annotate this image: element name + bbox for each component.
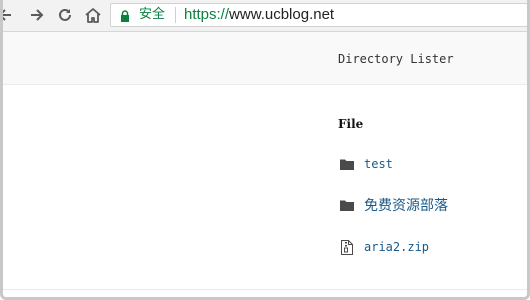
security-label[interactable]: 安全 [139, 7, 165, 23]
page-header: Directory Lister [3, 32, 527, 85]
item-name[interactable]: aria2.zip [364, 240, 429, 254]
browser-toolbar: 安全 https://www.ucblog.net [3, 0, 527, 32]
lock-icon[interactable] [120, 9, 130, 27]
list-item[interactable]: test [340, 155, 393, 173]
forward-button[interactable] [27, 5, 47, 25]
home-button[interactable] [83, 5, 103, 25]
address-separator [175, 7, 176, 23]
url-host: www.ucblog.net [229, 6, 335, 23]
back-button[interactable] [3, 5, 15, 25]
page-title[interactable]: Directory Lister [338, 52, 454, 66]
folder-icon [340, 157, 354, 171]
directory-listing: File test 免费资源部落 aria2.zip [3, 85, 527, 290]
url-text[interactable]: https://www.ucblog.net [184, 6, 334, 24]
item-name[interactable]: 免费资源部落 [364, 195, 448, 215]
browser-window: 安全 https://www.ucblog.net Directory List… [0, 0, 530, 300]
reload-icon [57, 7, 73, 23]
list-item[interactable]: 免费资源部落 [340, 196, 448, 214]
reload-button[interactable] [55, 5, 75, 25]
folder-icon [340, 198, 354, 212]
list-item[interactable]: aria2.zip [340, 238, 429, 256]
url-scheme: https:// [184, 6, 230, 23]
column-header-file: File [338, 117, 364, 131]
item-name[interactable]: test [364, 157, 393, 171]
home-icon [84, 6, 102, 24]
back-icon [3, 7, 13, 23]
address-bar[interactable]: 安全 https://www.ucblog.net [110, 3, 527, 27]
forward-icon [29, 7, 45, 23]
zip-file-icon [340, 239, 354, 255]
